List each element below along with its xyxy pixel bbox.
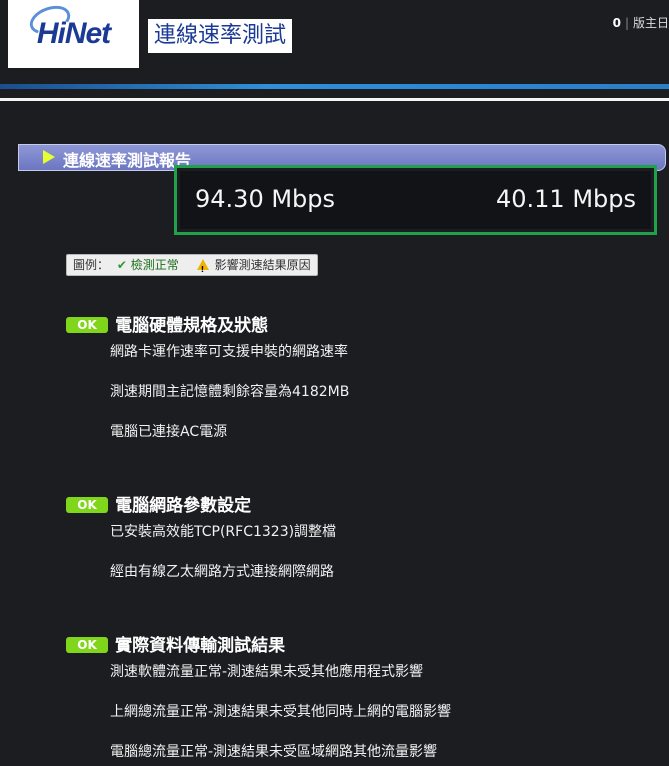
ok-badge: OK <box>66 637 108 653</box>
header-divider <box>0 98 669 101</box>
section-transfer-test: OK 實際資料傳輸測試結果 <box>66 631 285 656</box>
ok-badge: OK <box>66 317 108 333</box>
upload-speed: 40.11 Mbps <box>495 185 636 213</box>
warning-icon <box>196 259 209 280</box>
list-item: 網路卡運作速率可支援申裝的網路速率 <box>110 344 348 360</box>
list-item: 已安裝高效能TCP(RFC1323)調整檔 <box>110 524 337 540</box>
list-item: 經由有線乙太網路方式連接網際網路 <box>110 564 334 580</box>
speed-result-box: 94.30 Mbps 40.11 Mbps <box>174 165 657 235</box>
list-item: 上網總流量正常-測速結果未受其他同時上網的電腦影響 <box>110 704 452 720</box>
page-title: 連線速率測試 <box>148 19 293 53</box>
list-item: 測速期間主記憶體剩餘容量為4182MB <box>110 384 350 400</box>
list-item: 測速軟體流量正常-測速結果未受其他應用程式影響 <box>110 664 424 680</box>
report-title: 連線速率測試報告 <box>63 151 192 170</box>
section-title: 實際資料傳輸測試結果 <box>115 636 286 656</box>
ok-badge: OK <box>66 497 108 513</box>
link-separator: | <box>624 16 629 30</box>
check-icon: ✔ <box>116 258 127 272</box>
section-title: 電腦網路參數設定 <box>115 496 252 516</box>
list-item: 電腦已連接AC電源 <box>110 424 228 440</box>
hinet-logo[interactable]: HiNet <box>8 0 139 68</box>
board-link[interactable]: 版主日 <box>633 16 669 30</box>
notification-count[interactable]: 0 <box>613 16 621 30</box>
legend-label: 圖例： <box>73 258 110 272</box>
section-network-settings: OK 電腦網路參數設定 <box>66 491 251 516</box>
logo-text: HiNet <box>25 0 111 51</box>
speed-result-panel: 94.30 Mbps 40.11 Mbps <box>180 171 651 229</box>
section-hardware: OK 電腦硬體規格及狀態 <box>66 311 268 336</box>
legend: 圖例： ✔ 檢測正常 影響測速結果原因 <box>66 254 318 280</box>
arrow-right-icon <box>43 150 55 164</box>
legend-ok-label: 檢測正常 <box>130 258 179 272</box>
top-links: 0 | 版主日 <box>613 14 669 31</box>
download-speed: 94.30 Mbps <box>195 185 336 213</box>
legend-warn-label: 影響測速結果原因 <box>214 258 311 272</box>
header-blue-bar <box>0 84 669 89</box>
list-item: 電腦總流量正常-測速結果未受區域網路其他流量影響 <box>110 744 438 760</box>
section-title: 電腦硬體規格及狀態 <box>115 316 269 336</box>
